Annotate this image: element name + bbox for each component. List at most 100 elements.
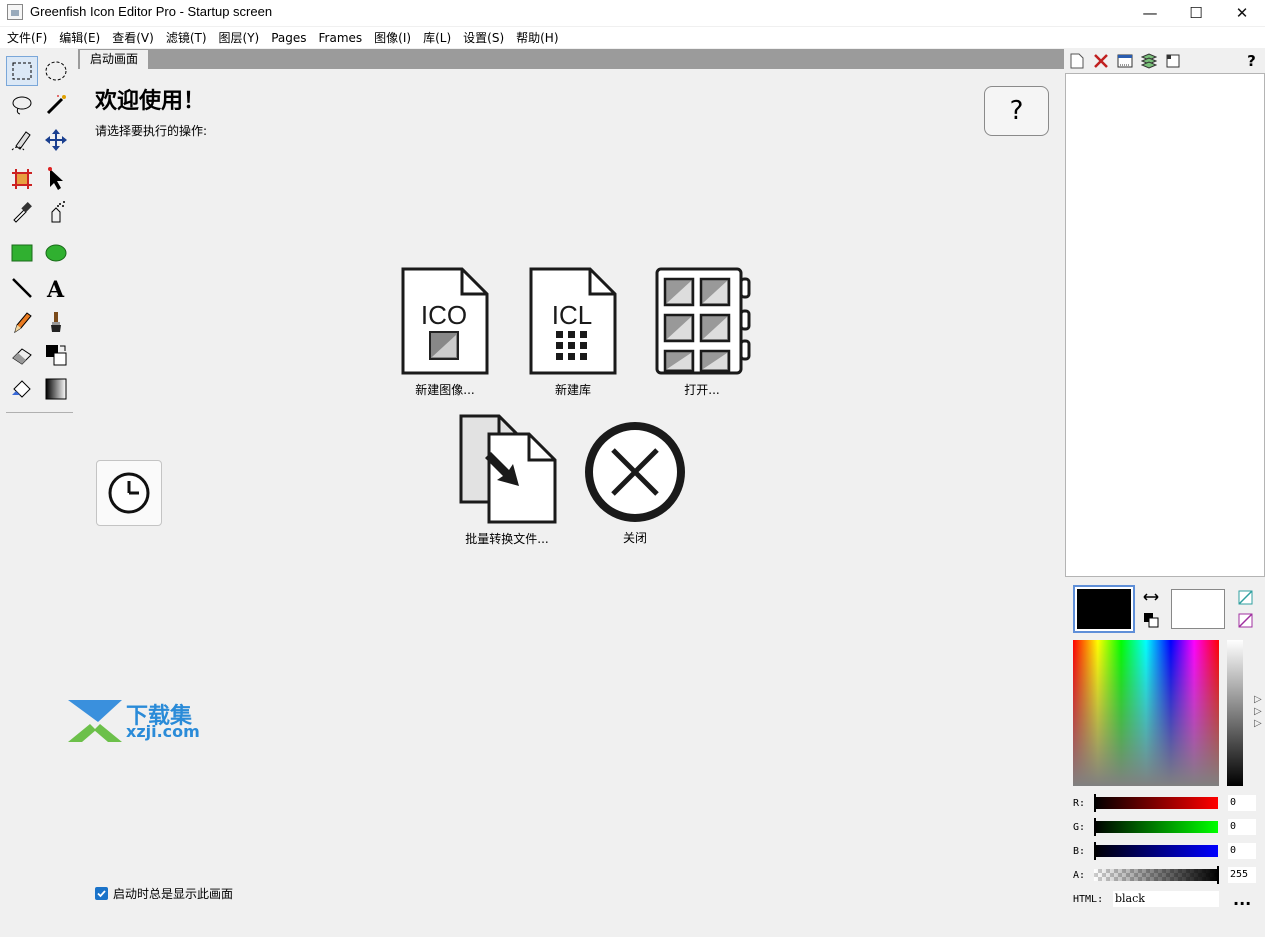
menu-edit[interactable]: 编辑(E): [52, 29, 105, 46]
new-library-button[interactable]: ICL 新建库: [526, 267, 620, 398]
recent-files-button[interactable]: [96, 460, 162, 526]
magic-wand-tool[interactable]: [40, 90, 72, 120]
new-library-label: 新建库: [554, 383, 591, 397]
color-spectrum-picker[interactable]: [1073, 640, 1219, 786]
rect-select-tool[interactable]: [6, 56, 38, 86]
tab-startup[interactable]: 启动画面: [80, 50, 149, 69]
watermark-mark-icon: [68, 700, 122, 742]
menu-frames[interactable]: Frames: [312, 31, 368, 45]
alpha-slider-thumb[interactable]: [1217, 866, 1219, 884]
menu-layers[interactable]: 图层(Y): [212, 29, 265, 46]
brush-icon: [51, 312, 61, 332]
close-startup-label: 关闭: [622, 531, 647, 545]
layer-mask-icon[interactable]: [1164, 52, 1181, 69]
menu-image[interactable]: 图像(I): [367, 29, 416, 46]
toolbox-separator: [6, 412, 73, 413]
open-button[interactable]: 打开...: [652, 267, 752, 398]
eyedropper-tool[interactable]: [6, 197, 38, 227]
blue-slider-thumb[interactable]: [1094, 842, 1096, 860]
red-channel-input[interactable]: 0: [1228, 795, 1256, 811]
background-color-swatch[interactable]: [1171, 589, 1225, 629]
maximize-button[interactable]: ☐: [1173, 0, 1219, 26]
ellipse-select-tool[interactable]: [40, 56, 72, 86]
red-channel-label: R:: [1073, 797, 1086, 809]
ellipse-icon: [45, 244, 67, 262]
line-tool[interactable]: [6, 273, 38, 303]
svg-text:ICL: ICL: [552, 300, 592, 330]
alpha-channel-slider[interactable]: [1094, 869, 1218, 881]
move-tool[interactable]: [40, 125, 72, 155]
eyedropper-icon: [13, 202, 32, 223]
green-channel-slider[interactable]: [1094, 821, 1218, 833]
delete-layer-icon[interactable]: [1092, 52, 1109, 69]
menu-help[interactable]: 帮助(H): [509, 29, 563, 46]
lasso-tool[interactable]: [6, 90, 38, 120]
alpha-channel-row: A: 255: [1073, 866, 1263, 884]
alpha-channel-input[interactable]: 255: [1228, 867, 1256, 883]
text-icon: A: [46, 277, 65, 300]
batch-convert-icon: [459, 414, 557, 524]
svg-text:A: A: [46, 277, 65, 300]
swap-colors-icon[interactable]: [1143, 589, 1159, 605]
html-color-input[interactable]: black: [1113, 891, 1219, 907]
clone-tool[interactable]: [40, 340, 72, 370]
text-tool[interactable]: A: [40, 273, 72, 303]
title-bar: Greenfish Icon Editor Pro - Startup scre…: [0, 0, 1265, 26]
lasso-icon: [12, 96, 32, 115]
reset-colors-icon[interactable]: [1143, 612, 1159, 628]
transparent-color-icon[interactable]: [1237, 589, 1253, 605]
merge-layers-icon[interactable]: [1140, 52, 1157, 69]
close-window-button[interactable]: ✕: [1219, 0, 1265, 26]
spray-tool[interactable]: [40, 197, 72, 227]
checkbox-checked-icon[interactable]: [95, 887, 108, 900]
blue-channel-input[interactable]: 0: [1228, 843, 1256, 859]
layers-help-icon[interactable]: ?: [1243, 52, 1260, 70]
rectangle-icon: [11, 244, 33, 262]
eraser-tool[interactable]: [6, 340, 38, 370]
palette-arrows-icon[interactable]: ▷ ▷ ▷: [1254, 694, 1262, 730]
red-channel-row: R: 0: [1073, 794, 1263, 812]
batch-convert-button[interactable]: 批量转换文件...: [454, 414, 560, 547]
foreground-color-swatch[interactable]: [1073, 585, 1135, 633]
open-label: 打开...: [684, 383, 720, 397]
gradient-tool[interactable]: [40, 374, 72, 404]
ellipse-tool[interactable]: [40, 238, 72, 268]
green-slider-thumb[interactable]: [1094, 818, 1096, 836]
eraser-icon: [12, 348, 32, 365]
new-image-button[interactable]: ICO 新建图像...: [398, 267, 492, 398]
new-layer-icon[interactable]: [1068, 52, 1085, 69]
pointer-tool[interactable]: [40, 164, 72, 194]
menu-filters[interactable]: 滤镜(T): [159, 29, 212, 46]
document-tab-strip: 启动画面: [78, 49, 1064, 69]
menu-file[interactable]: 文件(F): [0, 29, 52, 46]
watermark-url: xzji.com: [126, 722, 200, 741]
minimize-button[interactable]: —: [1127, 0, 1173, 26]
green-channel-input[interactable]: 0: [1228, 819, 1256, 835]
pen-select-tool[interactable]: [6, 125, 38, 155]
startup-help-button[interactable]: ?: [984, 86, 1049, 136]
layers-panel[interactable]: [1065, 73, 1265, 577]
more-colors-button[interactable]: ...: [1233, 892, 1251, 908]
close-startup-button[interactable]: 关闭: [583, 421, 687, 546]
ellipse-select-icon: [45, 61, 67, 81]
show-on-startup-checkbox[interactable]: 启动时总是显示此画面: [95, 885, 233, 902]
menu-pages[interactable]: Pages: [264, 31, 311, 45]
blue-channel-row: B: 0: [1073, 842, 1263, 860]
blue-channel-slider[interactable]: [1094, 845, 1218, 857]
menu-library[interactable]: 库(L): [416, 29, 456, 46]
red-slider-thumb[interactable]: [1094, 794, 1096, 812]
show-on-startup-label: 启动时总是显示此画面: [113, 887, 234, 901]
layer-properties-icon[interactable]: [1116, 52, 1133, 69]
rectangle-tool[interactable]: [6, 238, 38, 268]
fill-tool[interactable]: [6, 374, 38, 404]
inverted-color-icon[interactable]: [1237, 612, 1253, 628]
menu-settings[interactable]: 设置(S): [456, 29, 509, 46]
lightness-slider[interactable]: [1227, 640, 1243, 786]
pencil-tool[interactable]: [6, 307, 38, 337]
menu-view[interactable]: 查看(V): [105, 29, 159, 46]
crop-tool[interactable]: [6, 164, 38, 194]
brush-tool[interactable]: [40, 307, 72, 337]
line-icon: [12, 278, 32, 298]
toolbox: A: [0, 49, 78, 937]
red-channel-slider[interactable]: [1094, 797, 1218, 809]
